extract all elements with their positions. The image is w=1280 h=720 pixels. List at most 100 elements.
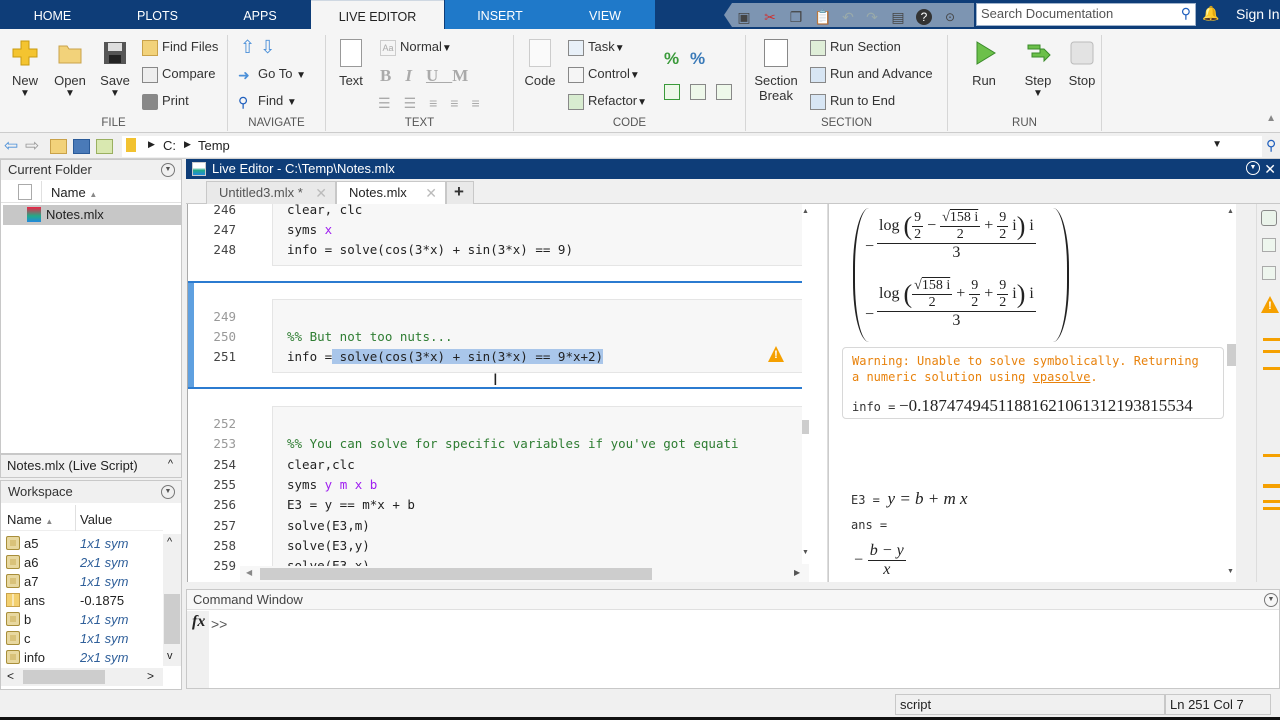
find-button[interactable]: ⚲ Find ▼ bbox=[238, 91, 297, 111]
pane-divider[interactable] bbox=[809, 204, 828, 582]
save-icon[interactable]: ▣ bbox=[736, 9, 752, 25]
scroll-up-icon[interactable]: ▲ bbox=[802, 208, 809, 215]
code-line[interactable]: clear,clc bbox=[287, 457, 355, 472]
copy-icon[interactable]: ❐ bbox=[788, 9, 804, 25]
tab-apps[interactable]: APPS bbox=[210, 0, 310, 29]
value-column-header[interactable]: Value bbox=[80, 512, 112, 527]
tab-untitled3[interactable]: Untitled3.mlx * ✕ bbox=[206, 181, 336, 204]
scroll-thumb[interactable] bbox=[164, 594, 180, 644]
switch-windows-icon[interactable]: ▤ bbox=[890, 9, 906, 25]
go-to-button[interactable]: ➜ Go To ▼ bbox=[238, 64, 306, 84]
code-line[interactable]: clear, clc bbox=[287, 204, 362, 217]
open-button[interactable]: Open ▼ bbox=[52, 39, 88, 99]
workspace-scrollbar[interactable]: ^ v bbox=[163, 534, 181, 666]
scroll-thumb[interactable] bbox=[802, 420, 809, 434]
up-folder-icon[interactable] bbox=[50, 139, 67, 154]
output-inline-icon[interactable] bbox=[1261, 210, 1277, 226]
workspace-row[interactable]: ans -0.1875 bbox=[1, 591, 163, 610]
warning-marker[interactable] bbox=[1263, 507, 1280, 510]
workspace-row[interactable]: c 1x1 sym bbox=[1, 629, 163, 648]
new-button[interactable]: New ▼ bbox=[8, 39, 42, 99]
code-line[interactable]: solve(E3,y) bbox=[287, 538, 370, 553]
task-button[interactable]: Task▼ bbox=[568, 37, 625, 57]
code-line[interactable]: syms y m x b bbox=[287, 477, 377, 492]
code-line[interactable]: %% But not too nuts... bbox=[287, 329, 453, 344]
bullet-list-icon[interactable]: ☰ bbox=[378, 95, 404, 111]
path-field[interactable]: ▶ C: ▶ Temp ▼ bbox=[122, 136, 1262, 157]
align-center-icon[interactable]: ≡ bbox=[450, 95, 471, 111]
up-arrow-icon[interactable]: ⇧ bbox=[240, 37, 255, 57]
warning-marker[interactable] bbox=[1263, 338, 1280, 341]
path-dropdown-icon[interactable]: ▼ bbox=[1212, 139, 1222, 150]
cut-icon[interactable]: ✂ bbox=[762, 9, 778, 25]
browse-folder-icon[interactable] bbox=[73, 139, 90, 154]
close-tab-icon[interactable]: ✕ bbox=[425, 182, 437, 204]
code-v-scroll[interactable]: ▲ ▼ bbox=[802, 204, 809, 564]
hide-code-icon[interactable] bbox=[1262, 266, 1276, 280]
compare-button[interactable]: Compare bbox=[142, 64, 215, 84]
find-files-button[interactable]: Find Files bbox=[142, 37, 218, 57]
h-scroll-thumb[interactable] bbox=[23, 670, 105, 684]
uncomment-icon[interactable]: % bbox=[690, 49, 705, 69]
selected-text[interactable]: solve(cos(3*x) + sin(3*x) == 9*x+2) bbox=[332, 349, 604, 364]
name-column-header[interactable]: Name ▲ bbox=[7, 512, 53, 527]
workspace-row[interactable]: a5 1x1 sym bbox=[1, 534, 163, 553]
run-button[interactable]: Run bbox=[966, 39, 1002, 88]
scroll-left-icon[interactable]: < bbox=[7, 669, 14, 683]
section-break-button[interactable]: Section Break bbox=[752, 39, 800, 103]
code-line[interactable]: syms x bbox=[287, 222, 332, 237]
command-input[interactable] bbox=[231, 612, 1271, 686]
down-arrow-icon[interactable]: ⇩ bbox=[260, 37, 275, 57]
monospace-button[interactable]: M bbox=[452, 66, 482, 85]
undo-icon[interactable]: ↶ bbox=[840, 9, 856, 25]
warning-marker[interactable] bbox=[1263, 500, 1280, 503]
close-tab-icon[interactable]: ✕ bbox=[315, 182, 327, 204]
stop-button[interactable]: Stop bbox=[1064, 39, 1100, 88]
sign-in-link[interactable]: Sign In bbox=[1236, 6, 1280, 22]
italic-button[interactable]: I bbox=[405, 66, 426, 85]
print-button[interactable]: Print bbox=[142, 91, 189, 111]
tab-live-editor[interactable]: LIVE EDITOR bbox=[311, 0, 444, 29]
close-editor-icon[interactable]: ✕ bbox=[1264, 159, 1276, 179]
run-to-end-button[interactable]: Run to End bbox=[810, 91, 895, 111]
back-icon[interactable]: ⇦ bbox=[4, 136, 18, 156]
code-pane[interactable]: 246 clear, clc 247 syms x 248 info = solve(co… bbox=[187, 204, 809, 582]
comment-icon[interactable]: % bbox=[664, 49, 679, 69]
run-and-advance-button[interactable]: Run and Advance bbox=[810, 64, 933, 84]
scroll-right-icon[interactable]: ▶ bbox=[794, 568, 800, 577]
forward-icon[interactable]: ⇨ bbox=[25, 136, 39, 156]
output-v-scroll[interactable]: ▲ ▼ bbox=[1226, 204, 1236, 582]
search-documentation-input[interactable]: Search Documentation ⚲ bbox=[976, 3, 1196, 26]
scroll-right-icon[interactable]: > bbox=[147, 669, 154, 683]
scroll-thumb[interactable] bbox=[1227, 344, 1236, 366]
paste-icon[interactable]: 📋 bbox=[814, 9, 831, 25]
scroll-down-icon[interactable]: v bbox=[167, 650, 173, 662]
workspace-h-scrollbar[interactable]: < > bbox=[1, 668, 163, 686]
file-row[interactable]: Notes.mlx bbox=[3, 205, 181, 225]
new-tab-button[interactable]: + bbox=[446, 181, 474, 204]
code-h-scroll[interactable]: ◀ ▶ bbox=[240, 566, 802, 582]
h-scroll-thumb[interactable] bbox=[260, 568, 652, 580]
text-button[interactable]: Text bbox=[334, 39, 368, 88]
panel-actions-icon[interactable]: ▼ bbox=[161, 485, 175, 499]
scroll-down-icon[interactable]: ▼ bbox=[802, 549, 809, 556]
tab-notes[interactable]: Notes.mlx ✕ bbox=[336, 181, 446, 205]
redo-icon[interactable]: ↷ bbox=[864, 9, 880, 25]
scroll-up-icon[interactable]: ▲ bbox=[1227, 208, 1234, 215]
code-line[interactable]: %% You can solve for specific variables … bbox=[287, 436, 739, 451]
find-folder-icon[interactable] bbox=[96, 139, 113, 154]
tab-insert[interactable]: INSERT bbox=[445, 0, 555, 29]
warning-marker-icon[interactable]: ! bbox=[1261, 296, 1279, 313]
collapse-ribbon-icon[interactable]: ▲ bbox=[1266, 113, 1276, 124]
tab-plots[interactable]: PLOTS bbox=[105, 0, 210, 29]
code-line[interactable]: info = solve(cos(3*x) + sin(3*x) == 9) bbox=[287, 242, 573, 257]
bell-icon[interactable]: 🔔 bbox=[1202, 5, 1219, 22]
underline-button[interactable]: U bbox=[426, 66, 452, 85]
step-button[interactable]: Step ▼ bbox=[1020, 39, 1056, 99]
code-line[interactable]: solve(E3,m) bbox=[287, 518, 370, 533]
numbered-list-icon[interactable]: ☰ bbox=[404, 95, 430, 111]
decrease-indent-icon[interactable] bbox=[716, 83, 732, 100]
name-column-header[interactable]: Name ▲ bbox=[51, 185, 97, 200]
output-right-icon[interactable] bbox=[1262, 238, 1276, 252]
align-right-icon[interactable]: ≡ bbox=[471, 95, 492, 111]
